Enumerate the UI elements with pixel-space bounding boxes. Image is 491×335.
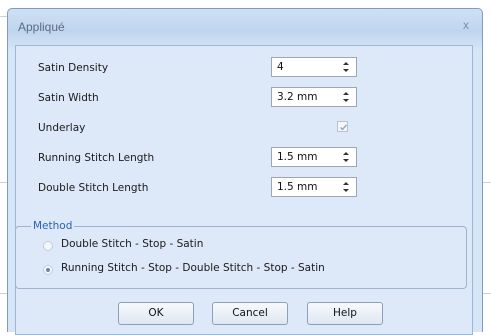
spinner-down-icon[interactable]: [343, 99, 349, 102]
method-legend: Method: [31, 220, 75, 232]
background-line: [0, 16, 7, 17]
satin-density-spinner[interactable]: 4: [271, 57, 357, 77]
spinner-up-icon[interactable]: [343, 152, 349, 155]
double-stitch-length-spinner[interactable]: 1.5 mm: [271, 177, 357, 197]
checkmark-icon: [340, 124, 348, 131]
running-stitch-length-label: Running Stitch Length: [38, 152, 155, 164]
satin-width-label: Satin Width: [38, 92, 99, 104]
spinner-up-icon[interactable]: [343, 182, 349, 185]
dialog-title: Appliqué: [18, 20, 65, 34]
spinner-down-icon[interactable]: [343, 159, 349, 162]
satin-density-label: Satin Density: [38, 62, 109, 74]
spinner-arrows[interactable]: [340, 179, 354, 195]
spinner-arrows[interactable]: [340, 149, 354, 165]
double-stitch-length-label: Double Stitch Length: [38, 182, 149, 194]
background-line: [483, 182, 491, 183]
satin-width-spinner[interactable]: 3.2 mm: [271, 87, 357, 107]
spinner-down-icon[interactable]: [343, 69, 349, 72]
spinner-arrows[interactable]: [340, 59, 354, 75]
method-group: [15, 226, 467, 289]
running-stitch-length-value: 1.5 mm: [277, 151, 318, 163]
radio-running-stitch-stop-double-stitch-stop-satin[interactable]: [43, 265, 53, 275]
radio-label-double-stitch-stop-satin[interactable]: Double Stitch - Stop - Satin: [61, 238, 203, 250]
spinner-down-icon[interactable]: [343, 189, 349, 192]
close-icon[interactable]: x: [458, 17, 474, 33]
ok-button[interactable]: OK: [118, 302, 194, 325]
background-line: [0, 182, 7, 183]
underlay-checkbox[interactable]: [337, 121, 348, 132]
title-bar[interactable]: Appliqué x: [8, 9, 482, 43]
underlay-label: Underlay: [38, 122, 86, 134]
cancel-button[interactable]: Cancel: [212, 302, 288, 325]
double-stitch-length-value: 1.5 mm: [277, 181, 318, 193]
satin-density-value: 4: [277, 61, 284, 73]
background-line: [0, 293, 7, 294]
spinner-arrows[interactable]: [340, 89, 354, 105]
radio-double-stitch-stop-satin[interactable]: [43, 241, 53, 251]
background-line: [483, 293, 491, 294]
running-stitch-length-spinner[interactable]: 1.5 mm: [271, 147, 357, 167]
satin-width-value: 3.2 mm: [277, 91, 318, 103]
radio-label-running-stitch-stop-double-stitch-stop-satin[interactable]: Running Stitch - Stop - Double Stitch - …: [61, 262, 325, 274]
help-button[interactable]: Help: [307, 302, 383, 325]
spinner-up-icon[interactable]: [343, 62, 349, 65]
spinner-up-icon[interactable]: [343, 92, 349, 95]
